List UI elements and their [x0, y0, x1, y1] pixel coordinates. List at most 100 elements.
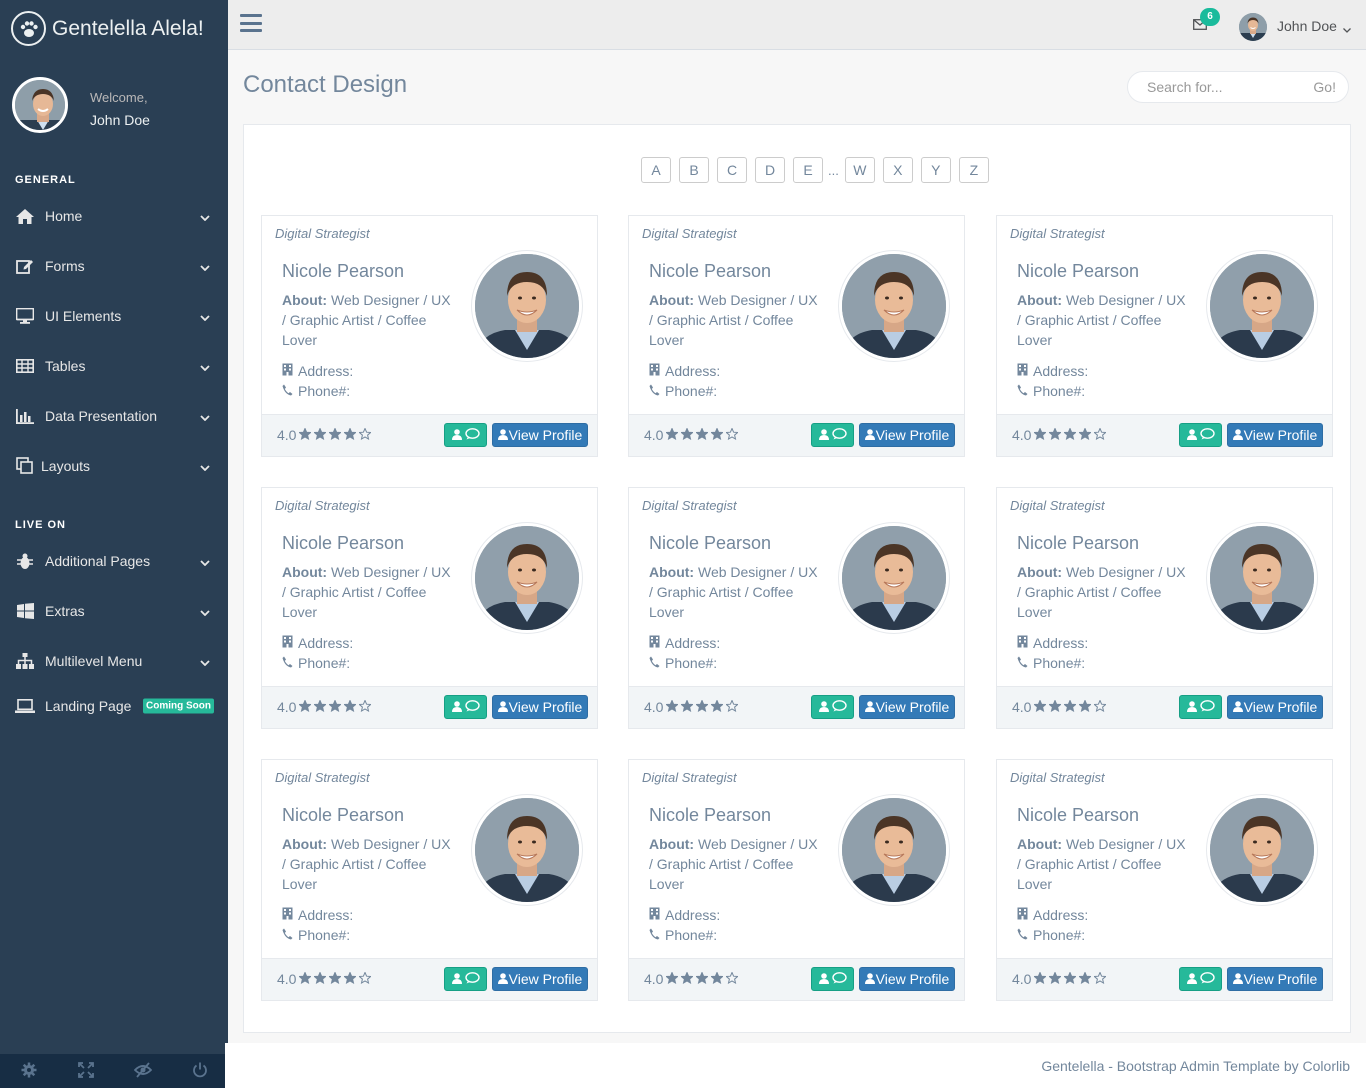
star-empty-icon	[358, 427, 373, 443]
comment-icon	[464, 427, 480, 443]
comment-icon	[464, 699, 480, 715]
about-label: About:	[649, 836, 695, 852]
letter-e-button[interactable]: E	[793, 157, 823, 183]
view-profile-button[interactable]: View Profile	[492, 695, 588, 719]
search-input[interactable]	[1128, 72, 1308, 102]
letter-b-button[interactable]: B	[679, 157, 709, 183]
footer-text: Gentelella - Bootstrap Admin Template by…	[1041, 1058, 1350, 1074]
building-icon	[282, 361, 298, 381]
sidebar-item-tables[interactable]: Tables	[0, 341, 228, 391]
avatar[interactable]	[1239, 13, 1267, 41]
contact-card-footer: 4.0 View Profile	[262, 686, 597, 728]
contact-name: Nicole Pearson	[649, 533, 772, 553]
menu-toggle-button[interactable]	[240, 14, 262, 32]
letter-c-button[interactable]: C	[717, 157, 747, 183]
sidebar-item-multilevel-menu[interactable]: Multilevel Menu	[0, 636, 228, 686]
contact-card: Digital Strategist Nicole Pearson About:…	[261, 215, 598, 457]
message-button[interactable]	[811, 423, 854, 447]
chevron-down-icon	[200, 208, 210, 224]
settings-button[interactable]	[0, 1054, 57, 1088]
star-filled-icon	[680, 699, 695, 715]
user-icon	[497, 971, 509, 987]
letter-d-button[interactable]: D	[755, 157, 785, 183]
view-profile-button[interactable]: View Profile	[1227, 695, 1323, 719]
sidebar-item-data-presentation[interactable]: Data Presentation	[0, 391, 228, 441]
lock-button[interactable]	[114, 1054, 171, 1088]
contact-card-footer: 4.0 View Profile	[262, 414, 597, 456]
star-empty-icon	[725, 971, 740, 987]
star-empty-icon	[725, 699, 740, 715]
view-profile-button[interactable]: View Profile	[1227, 967, 1323, 991]
phone-label: Phone#:	[298, 383, 351, 399]
sidebar-item-label: UI Elements	[45, 308, 122, 324]
view-profile-button[interactable]: View Profile	[492, 423, 588, 447]
contact-card-footer: 4.0 View Profile	[997, 414, 1332, 456]
paw-icon	[11, 11, 46, 46]
search-go-button[interactable]: Go!	[1313, 79, 1336, 95]
message-button[interactable]	[811, 967, 854, 991]
star-empty-icon	[358, 699, 373, 715]
view-profile-label: View Profile	[1243, 427, 1318, 443]
star-filled-icon	[695, 971, 710, 987]
contact-photo	[839, 523, 949, 633]
phone-icon	[649, 653, 665, 673]
sidebar-item-extras[interactable]: Extras	[0, 586, 228, 636]
building-icon	[1017, 905, 1033, 925]
message-button[interactable]	[1179, 695, 1222, 719]
sidebar-item-label: Multilevel Menu	[45, 653, 143, 669]
sidebar-item-layouts[interactable]: Layouts	[0, 441, 228, 491]
letter-z-button[interactable]: Z	[958, 157, 989, 183]
view-profile-button[interactable]: View Profile	[859, 423, 955, 447]
message-button[interactable]	[444, 423, 487, 447]
sidebar-item-label: Home	[45, 208, 83, 224]
settings-icon	[21, 1062, 37, 1081]
message-button[interactable]	[811, 695, 854, 719]
contact-name: Nicole Pearson	[649, 805, 772, 825]
message-button[interactable]	[1179, 967, 1222, 991]
message-button[interactable]	[444, 695, 487, 719]
star-filled-icon	[1078, 971, 1093, 987]
user-icon	[1186, 972, 1197, 987]
logout-button[interactable]	[171, 1054, 228, 1088]
bar-chart-icon	[15, 407, 35, 425]
contact-about: About: Web Designer / UX / Graphic Artis…	[649, 834, 819, 894]
contact-role: Digital Strategist	[275, 498, 370, 513]
letter-x-button[interactable]: X	[882, 157, 913, 183]
star-filled-icon	[1033, 699, 1048, 715]
view-profile-button[interactable]: View Profile	[859, 967, 955, 991]
view-profile-button[interactable]: View Profile	[859, 695, 955, 719]
sidebar-item-home[interactable]: Home	[0, 191, 228, 241]
letter-w-button[interactable]: W	[844, 157, 875, 183]
laptop-icon	[15, 697, 35, 715]
rating-stars	[298, 427, 374, 443]
section-title-general: GENERAL	[15, 174, 76, 186]
sidebar-item-ui-elements[interactable]: UI Elements	[0, 291, 228, 341]
fullscreen-button[interactable]	[57, 1054, 114, 1088]
rating-value: 4.0	[644, 971, 664, 987]
user-icon	[864, 427, 876, 443]
contact-photo	[472, 523, 582, 633]
sidebar-item-landing-page[interactable]: Landing Page Coming Soon	[0, 686, 228, 726]
view-profile-button[interactable]: View Profile	[492, 967, 588, 991]
phone-label: Phone#:	[1033, 383, 1086, 399]
star-filled-icon	[680, 971, 695, 987]
avatar	[12, 77, 68, 133]
brand[interactable]: Gentelella Alela!	[0, 0, 228, 57]
contact-name: Nicole Pearson	[1017, 261, 1140, 281]
contact-card: Digital Strategist Nicole Pearson About:…	[996, 487, 1333, 729]
user-icon	[497, 427, 509, 443]
sidebar-item-forms[interactable]: Forms	[0, 241, 228, 291]
contact-card: Digital Strategist Nicole Pearson About:…	[628, 487, 965, 729]
sidebar-item-additional-pages[interactable]: Additional Pages	[0, 536, 228, 586]
home-icon	[15, 207, 35, 225]
message-button[interactable]	[444, 967, 487, 991]
letter-a-button[interactable]: A	[641, 157, 671, 183]
letter-y-button[interactable]: Y	[920, 157, 951, 183]
user-menu-name[interactable]: John Doe	[1277, 18, 1337, 34]
sidebar-item-label: Layouts	[41, 458, 91, 474]
star-empty-icon	[725, 427, 740, 443]
message-button[interactable]	[1179, 423, 1222, 447]
contact-photo	[472, 795, 582, 905]
view-profile-button[interactable]: View Profile	[1227, 423, 1323, 447]
chevron-down-icon	[200, 408, 210, 424]
